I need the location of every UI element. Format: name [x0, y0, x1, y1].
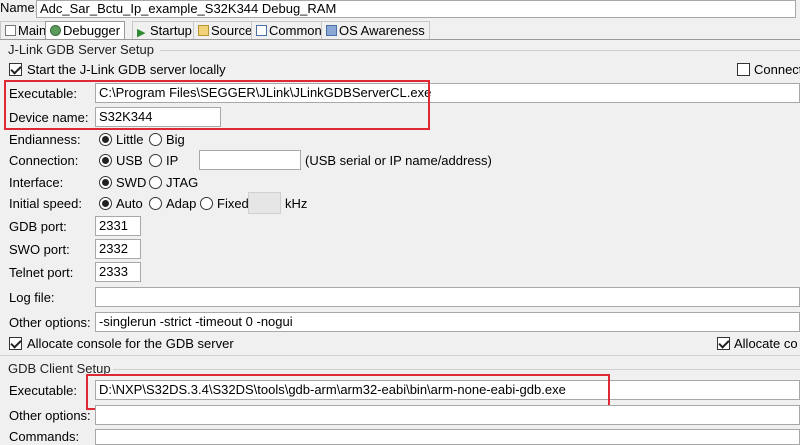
tab-debugger-label: Debugger [63, 23, 121, 38]
connect-checkbox[interactable] [737, 63, 750, 76]
tab-main-label: Main [18, 23, 47, 38]
client-other-options-field[interactable] [95, 405, 800, 425]
common-tab-icon [256, 25, 267, 36]
log-file-field[interactable] [95, 287, 800, 307]
initial-speed-label: Initial speed: [9, 196, 82, 211]
endianness-big-label: Big [166, 132, 185, 147]
speed-unit-label: kHz [285, 196, 308, 211]
speed-auto-radio[interactable] [99, 197, 112, 210]
tab-os-awareness-label: OS Awareness [339, 23, 425, 38]
telnet-port-field[interactable]: 2333 [95, 262, 141, 282]
interface-swd-radio[interactable] [99, 176, 112, 189]
tab-os-awareness[interactable]: OS Awareness [321, 21, 430, 39]
endianness-big-radio[interactable] [149, 133, 162, 146]
group-separator [0, 355, 800, 356]
connection-ip-label: IP [166, 153, 179, 168]
speed-fixed-label: Fixed [217, 196, 249, 211]
server-group-title: J-Link GDB Server Setup [8, 42, 154, 57]
tab-debugger[interactable]: Debugger [45, 21, 126, 40]
commands-field[interactable] [95, 429, 800, 445]
configuration-name-field[interactable]: Adc_Sar_Bctu_Ip_example_S32K344 Debug_RA… [36, 0, 796, 18]
startup-tab-icon: ▶ [137, 27, 146, 39]
main-tab-icon [5, 25, 16, 36]
tab-common-label: Common [269, 23, 322, 38]
tab-common[interactable]: Common [251, 21, 327, 39]
swo-port-field[interactable]: 2332 [95, 239, 141, 259]
connection-hint: (USB serial or IP name/address) [305, 153, 492, 168]
endianness-little-label: Little [116, 132, 144, 147]
source-tab-icon [198, 25, 209, 36]
interface-swd-label: SWD [116, 175, 147, 190]
allocate-console-checkbox[interactable] [9, 337, 22, 350]
connection-label: Connection: [9, 153, 79, 168]
server-other-options-field[interactable]: -singlerun -strict -timeout 0 -nogui [95, 312, 800, 332]
connect-label: Connect [754, 62, 800, 77]
tab-startup-label: Startup [150, 23, 192, 38]
endianness-label: Endianness: [9, 132, 81, 147]
ip-address-field[interactable] [199, 150, 301, 170]
gdb-port-field[interactable]: 2331 [95, 216, 141, 236]
fixed-speed-field[interactable] [248, 192, 281, 214]
start-server-locally-label: Start the J-Link GDB server locally [27, 62, 226, 77]
tab-divider [0, 39, 800, 40]
allocate-console-right-checkbox[interactable] [717, 337, 730, 350]
start-server-locally-checkbox[interactable] [9, 63, 22, 76]
server-group-line [160, 50, 800, 51]
client-other-options-label: Other options: [9, 408, 91, 423]
endianness-little-radio[interactable] [99, 133, 112, 146]
allocate-console-right-label: Allocate co [734, 336, 798, 351]
gdb-port-label: GDB port: [9, 219, 67, 234]
connection-usb-label: USB [116, 153, 143, 168]
client-executable-label: Executable: [9, 383, 77, 398]
swo-port-label: SWO port: [9, 242, 70, 257]
interface-jtag-label: JTAG [166, 175, 199, 190]
interface-jtag-radio[interactable] [149, 176, 162, 189]
speed-adaptive-radio[interactable] [149, 197, 162, 210]
tab-main[interactable]: Main [0, 21, 52, 39]
speed-auto-label: Auto [116, 196, 143, 211]
highlight-box-server [4, 80, 430, 130]
speed-adaptive-label: Adap [166, 196, 197, 211]
client-group-line [113, 369, 800, 370]
speed-fixed-radio[interactable] [200, 197, 213, 210]
connection-usb-radio[interactable] [99, 154, 112, 167]
commands-label: Commands: [9, 429, 80, 444]
tab-startup[interactable]: ▶ Startup [132, 21, 197, 39]
telnet-port-label: Telnet port: [9, 265, 74, 280]
connection-ip-radio[interactable] [149, 154, 162, 167]
tab-source[interactable]: Source [193, 21, 258, 39]
name-label: Name: [0, 0, 39, 15]
debugger-tab-icon [50, 25, 61, 36]
server-other-options-label: Other options: [9, 315, 91, 330]
log-file-label: Log file: [9, 290, 55, 305]
os-awareness-tab-icon [326, 25, 337, 36]
interface-label: Interface: [9, 175, 64, 190]
tab-source-label: Source [211, 23, 253, 38]
allocate-console-label: Allocate console for the GDB server [27, 336, 234, 351]
